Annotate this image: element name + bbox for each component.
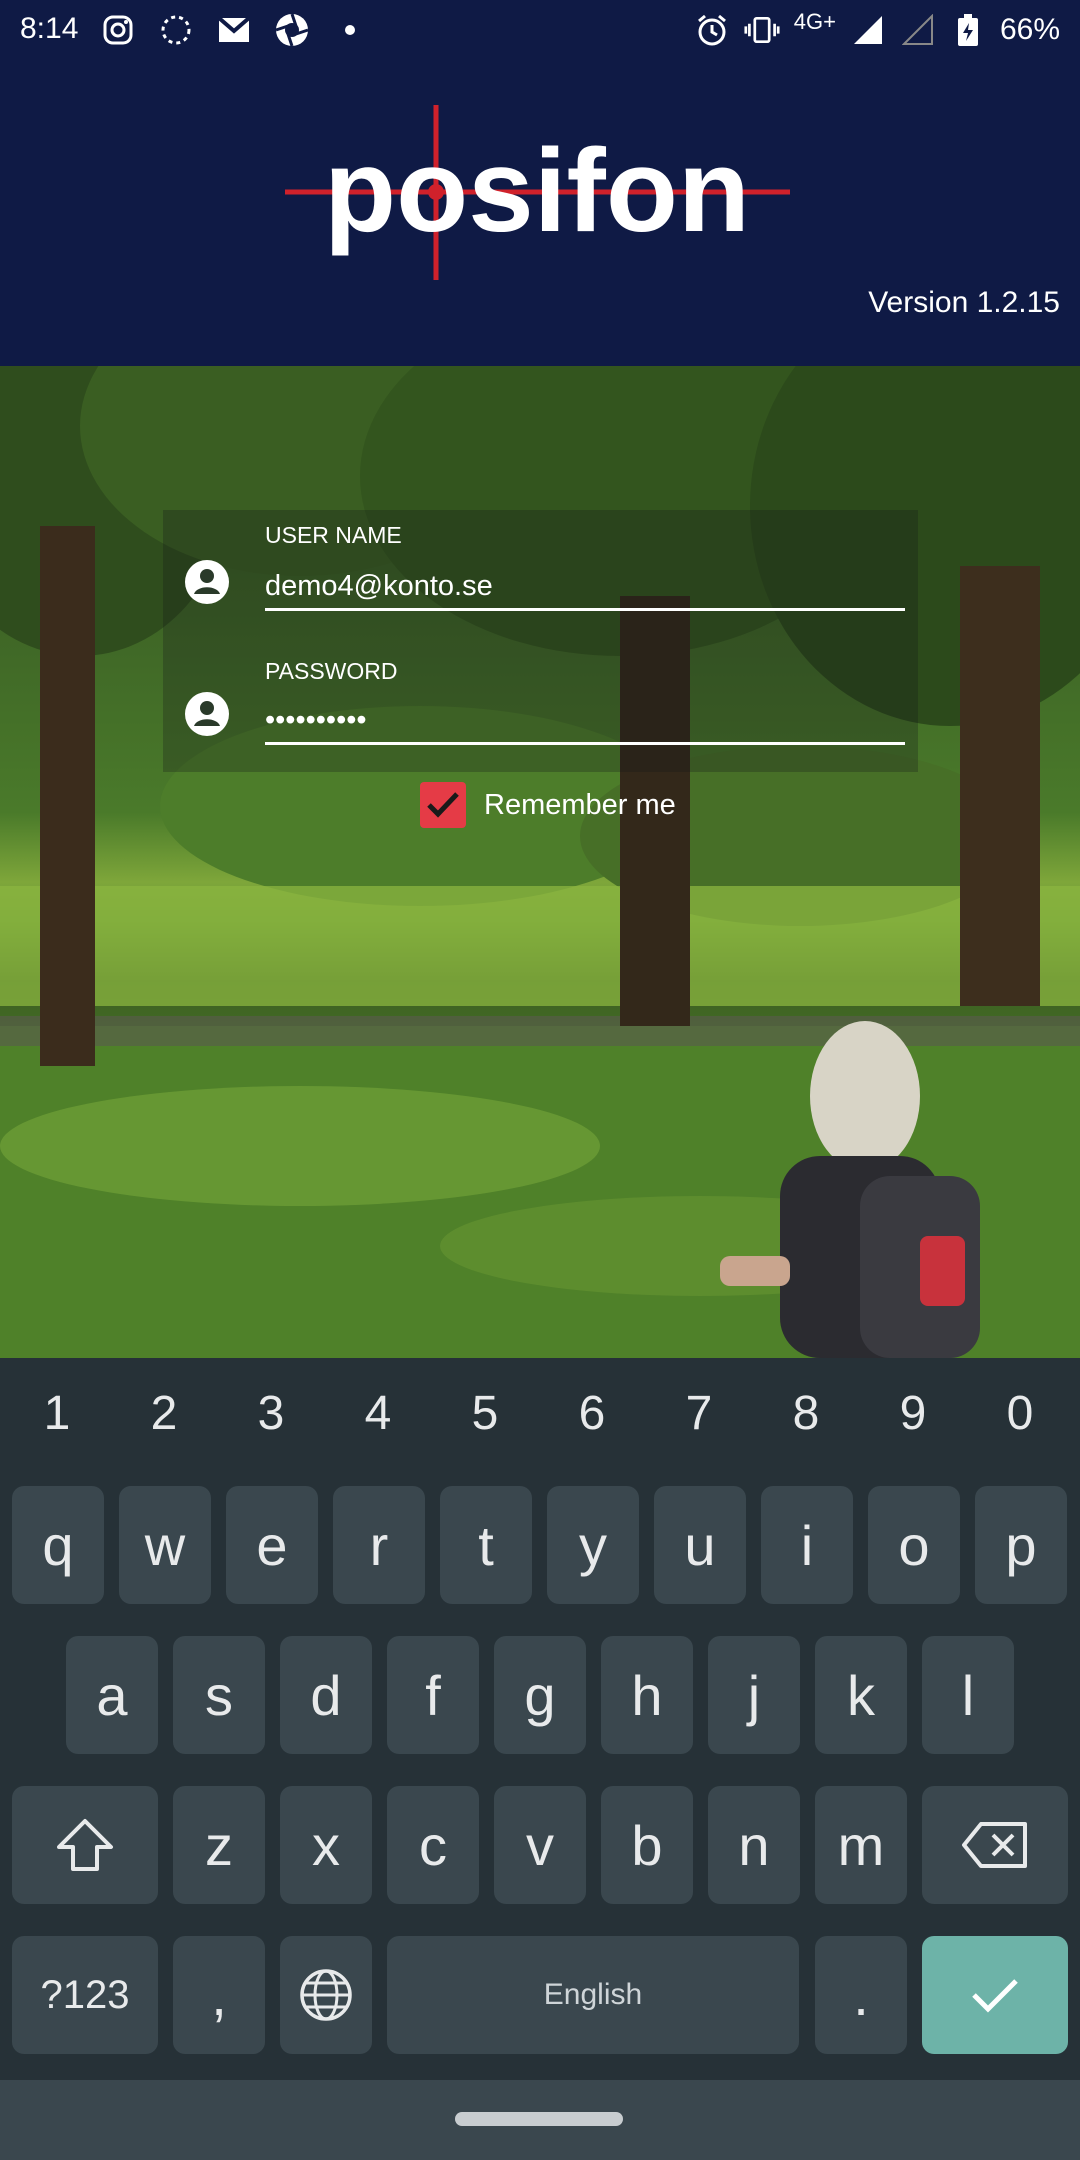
gmail-icon bbox=[216, 12, 252, 48]
status-time: 8:14 bbox=[20, 12, 79, 45]
loading-dots-icon bbox=[158, 12, 194, 48]
key-7[interactable]: 7 bbox=[649, 1386, 749, 1441]
notification-icons bbox=[100, 12, 368, 48]
key-r[interactable]: r bbox=[333, 1486, 425, 1604]
password-label: PASSWORD bbox=[265, 658, 398, 684]
key-b[interactable]: b bbox=[601, 1786, 693, 1904]
navigation-bar bbox=[0, 2080, 1080, 2160]
username-input[interactable] bbox=[265, 564, 905, 611]
key-x[interactable]: x bbox=[280, 1786, 372, 1904]
signal-icon bbox=[850, 12, 886, 48]
key-8[interactable]: 8 bbox=[756, 1386, 856, 1441]
signal-empty-icon bbox=[900, 12, 936, 48]
shift-key[interactable] bbox=[12, 1786, 158, 1904]
key-4[interactable]: 4 bbox=[328, 1386, 428, 1441]
key-m[interactable]: m bbox=[815, 1786, 907, 1904]
key-c[interactable]: c bbox=[387, 1786, 479, 1904]
checkmark-icon bbox=[427, 792, 459, 818]
shift-icon bbox=[57, 1819, 113, 1871]
key-y[interactable]: y bbox=[547, 1486, 639, 1604]
number-row: 1 2 3 4 5 6 7 8 9 0 bbox=[0, 1376, 1080, 1456]
key-e[interactable]: e bbox=[226, 1486, 318, 1604]
check-icon bbox=[972, 1979, 1018, 2013]
key-g[interactable]: g bbox=[494, 1636, 586, 1754]
key-n[interactable]: n bbox=[708, 1786, 800, 1904]
vibrate-icon bbox=[744, 12, 780, 48]
username-label: USER NAME bbox=[265, 522, 402, 548]
key-z[interactable]: z bbox=[173, 1786, 265, 1904]
backspace-icon bbox=[962, 1822, 1027, 1868]
comma-key[interactable]: , bbox=[173, 1936, 265, 2054]
key-d[interactable]: d bbox=[280, 1636, 372, 1754]
battery-charging-icon bbox=[950, 12, 986, 48]
more-notifications-dot-icon bbox=[332, 12, 368, 48]
remember-me-label: Remember me bbox=[484, 788, 676, 821]
home-gesture-pill[interactable] bbox=[455, 2112, 623, 2126]
remember-checkbox[interactable] bbox=[420, 782, 466, 828]
login-form: USER NAME PASSWORD bbox=[163, 510, 918, 772]
done-key[interactable] bbox=[922, 1936, 1068, 2054]
key-3[interactable]: 3 bbox=[221, 1386, 321, 1441]
language-key[interactable] bbox=[280, 1936, 372, 2054]
key-l[interactable]: l bbox=[922, 1636, 1014, 1754]
symbols-key[interactable]: ?123 bbox=[12, 1936, 158, 2054]
logo-text: posifon bbox=[324, 125, 750, 257]
key-t[interactable]: t bbox=[440, 1486, 532, 1604]
alarm-icon bbox=[694, 12, 730, 48]
system-status: 4G+ 66% bbox=[694, 9, 1060, 48]
instagram-icon bbox=[100, 12, 136, 48]
posifon-logo: posifon bbox=[285, 105, 790, 285]
key-9[interactable]: 9 bbox=[863, 1386, 963, 1441]
key-u[interactable]: u bbox=[654, 1486, 746, 1604]
background-photo: USER NAME PASSWORD Remember me bbox=[0, 366, 1080, 1358]
key-f[interactable]: f bbox=[387, 1636, 479, 1754]
key-q[interactable]: q bbox=[12, 1486, 104, 1604]
key-v[interactable]: v bbox=[494, 1786, 586, 1904]
battery-percent: 66% bbox=[999, 13, 1060, 46]
version-label: Version 1.2.15 bbox=[868, 286, 1060, 319]
key-a[interactable]: a bbox=[66, 1636, 158, 1754]
key-w[interactable]: w bbox=[119, 1486, 211, 1604]
backspace-key[interactable] bbox=[922, 1786, 1068, 1904]
remember-me-toggle[interactable]: Remember me bbox=[420, 782, 676, 828]
key-p[interactable]: p bbox=[975, 1486, 1067, 1604]
app-header: posifon Version 1.2.15 bbox=[0, 60, 1080, 366]
key-1[interactable]: 1 bbox=[7, 1386, 107, 1441]
key-6[interactable]: 6 bbox=[542, 1386, 642, 1441]
key-o[interactable]: o bbox=[868, 1486, 960, 1604]
username-row: USER NAME bbox=[163, 510, 918, 640]
user-account-icon bbox=[185, 692, 229, 736]
key-k[interactable]: k bbox=[815, 1636, 907, 1754]
key-h[interactable]: h bbox=[601, 1636, 693, 1754]
key-j[interactable]: j bbox=[708, 1636, 800, 1754]
globe-icon bbox=[300, 1969, 352, 2021]
soft-keyboard: 1 2 3 4 5 6 7 8 9 0 q w e r t y u i o p … bbox=[0, 1358, 1080, 2080]
network-type: 4G+ bbox=[793, 9, 836, 34]
user-account-icon bbox=[185, 560, 229, 604]
aperture-icon bbox=[274, 12, 310, 48]
key-5[interactable]: 5 bbox=[435, 1386, 535, 1441]
key-0[interactable]: 0 bbox=[970, 1386, 1070, 1441]
password-row: PASSWORD bbox=[163, 642, 918, 772]
status-bar: 8:14 4G+ 66% bbox=[0, 0, 1080, 60]
key-i[interactable]: i bbox=[761, 1486, 853, 1604]
password-input[interactable] bbox=[265, 698, 905, 745]
key-s[interactable]: s bbox=[173, 1636, 265, 1754]
key-2[interactable]: 2 bbox=[114, 1386, 214, 1441]
space-key[interactable]: English bbox=[387, 1936, 799, 2054]
period-key[interactable]: . bbox=[815, 1936, 907, 2054]
